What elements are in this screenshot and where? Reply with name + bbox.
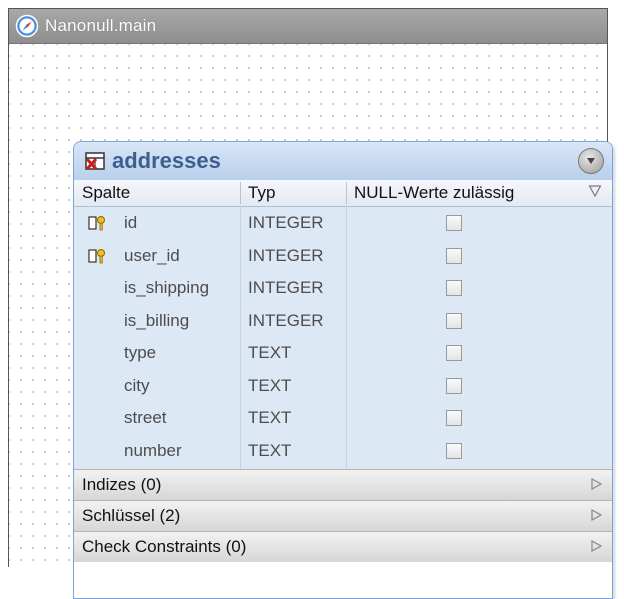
column-name[interactable]: is_billing [124,311,189,331]
section-indizes[interactable]: Indizes (0) [74,469,612,500]
key-icon [88,248,105,263]
null-allowed-checkbox[interactable] [446,312,462,329]
null-allowed-checkbox[interactable] [446,215,462,231]
design-canvas[interactable]: addresses Spalte Typ NULL-Werte zulässig… [9,44,613,599]
header-typ[interactable]: Typ [248,183,275,203]
column-divider [346,207,347,469]
collapse-button[interactable] [578,148,604,174]
column-type[interactable]: TEXT [248,408,291,428]
column-type[interactable]: TEXT [248,376,291,396]
null-allowed-checkbox[interactable] [446,377,462,394]
column-name[interactable]: id [124,213,137,233]
null-allowed-checkbox[interactable] [446,410,462,426]
table-row[interactable]: user_id INTEGER [74,240,612,272]
column-divider [240,207,241,469]
column-name[interactable]: user_id [124,246,180,266]
database-window: Nanonull.main addresses Spalte Typ NULL-… [8,8,613,599]
columns-list: id INTEGER user_id INTEGER is_shipping INTEGE… [74,207,612,469]
table-row[interactable]: is_shipping INTEGER [74,272,612,304]
table-row[interactable]: city TEXT [74,370,612,402]
table-row[interactable]: is_billing INTEGER [74,305,612,337]
header-spalte[interactable]: Spalte [82,183,130,203]
table-object[interactable]: addresses Spalte Typ NULL-Werte zulässig… [73,141,613,599]
column-name[interactable]: type [124,343,156,363]
column-name[interactable]: street [124,408,167,428]
key-icon [88,216,105,231]
null-allowed-checkbox[interactable] [446,345,462,361]
column-header-row: Spalte Typ NULL-Werte zulässig [74,180,612,207]
expand-arrow-icon [591,478,602,490]
expand-arrow-icon [591,509,602,521]
table-row[interactable]: type TEXT [74,337,612,369]
column-name[interactable]: is_shipping [124,278,209,298]
null-allowed-checkbox[interactable] [446,442,462,459]
filter-icon[interactable] [588,184,602,198]
window-titlebar[interactable]: Nanonull.main [9,9,607,44]
header-divider [346,182,347,204]
column-type[interactable]: INTEGER [248,246,324,266]
column-name[interactable]: number [124,441,182,461]
column-type[interactable]: INTEGER [248,213,324,233]
collapse-button-icon [587,158,595,164]
table-header[interactable]: addresses [74,142,612,180]
expand-arrow-icon [591,540,602,552]
section-label: Check Constraints (0) [82,537,247,556]
table-name: addresses [112,148,221,173]
section-label: Schlüssel (2) [82,506,181,525]
section-check-constraints[interactable]: Check Constraints (0) [74,531,612,562]
column-name[interactable]: city [124,376,150,396]
column-type[interactable]: INTEGER [248,278,324,298]
table-row[interactable]: street TEXT [74,402,612,434]
column-type[interactable]: TEXT [248,343,291,363]
null-allowed-checkbox[interactable] [446,280,462,296]
header-null-allowed[interactable]: NULL-Werte zulässig [354,183,514,203]
table-delete-icon [85,152,105,171]
null-allowed-checkbox[interactable] [446,247,462,264]
section-label: Indizes (0) [82,475,162,494]
section-schluessel[interactable]: Schlüssel (2) [74,500,612,531]
window-title: Nanonull.main [45,16,157,35]
column-type[interactable]: INTEGER [248,311,324,331]
table-row[interactable]: number TEXT [74,435,612,467]
compass-icon [15,14,39,38]
column-type[interactable]: TEXT [248,441,291,461]
header-divider [240,182,241,204]
table-row[interactable]: id INTEGER [74,207,612,239]
